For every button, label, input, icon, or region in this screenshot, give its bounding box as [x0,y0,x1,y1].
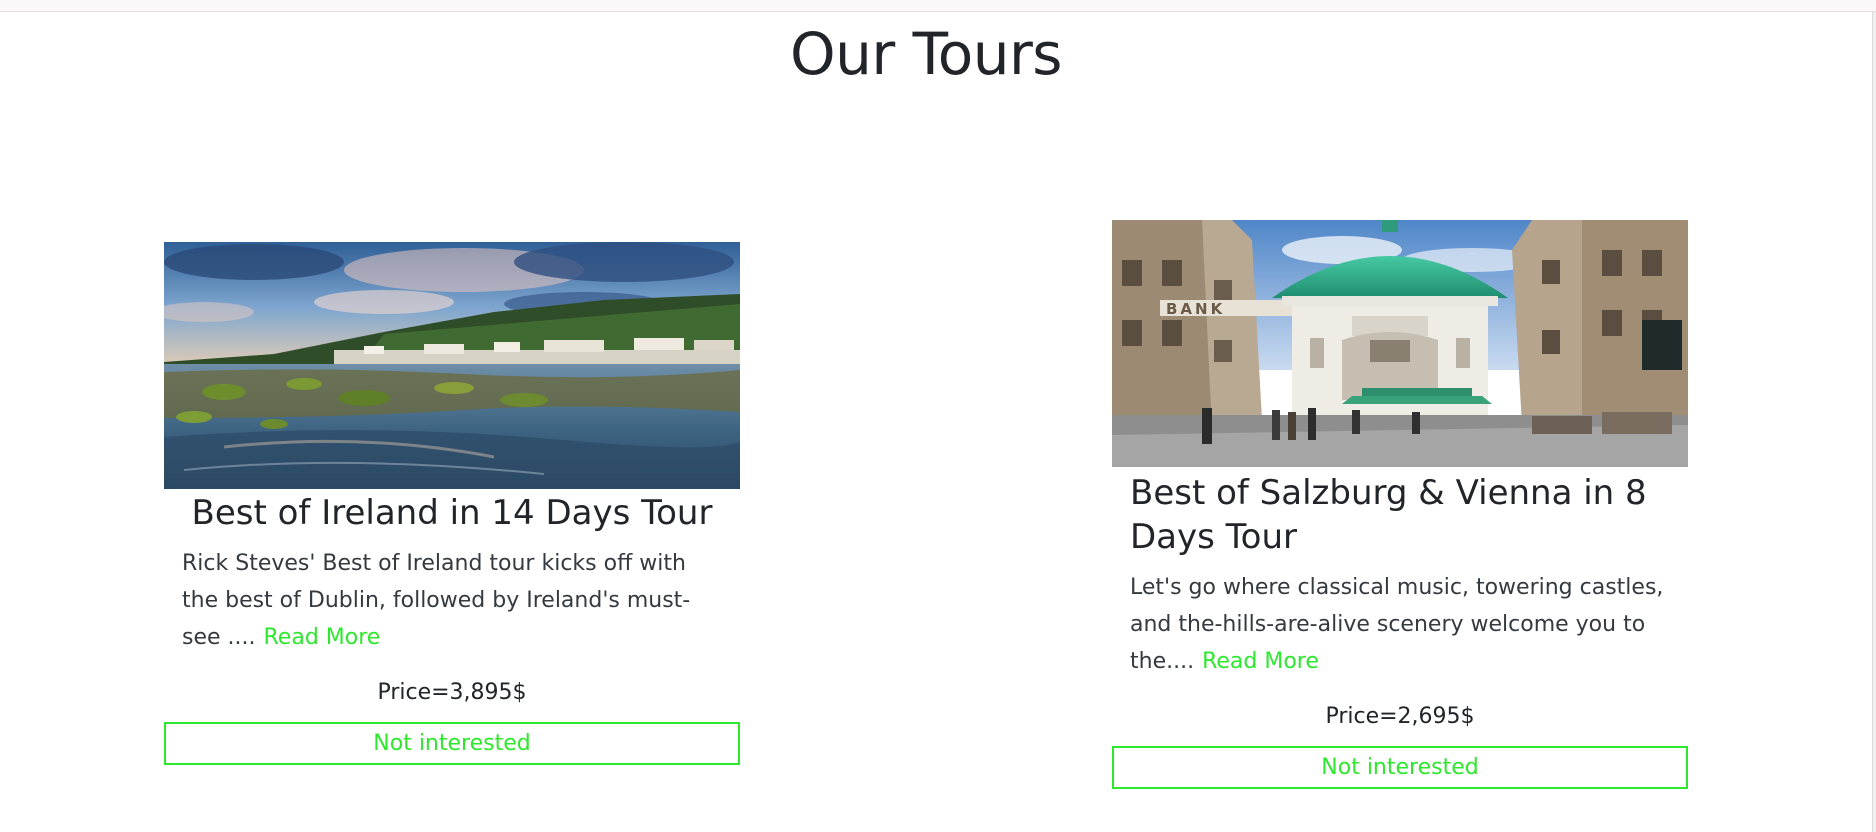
tour-title: Best of Salzburg & Vienna in 8 Days Tour [1130,473,1647,557]
tour-card-salzburg-vienna: BANK Best of Salzburg & Vienna in 8 Days… [1112,220,1688,789]
tour-description-text: Rick Steves' Best of Ireland tour kicks … [182,551,691,650]
tour-card-ireland: Best of Ireland in 14 Days Tour Rick Ste… [164,242,740,765]
not-interested-button[interactable]: Not interested [164,722,740,765]
page-title: Our Tours [789,20,1063,88]
page: Our Tours Best of Ireland in 14 Days Tou… [0,0,1876,832]
tour-price: Price=2,695$ [1325,704,1475,729]
tour-card-body: Best of Ireland in 14 Days Tour Rick Ste… [164,491,740,708]
tour-title: Best of Ireland in 14 Days Tour [191,493,713,533]
not-interested-button[interactable]: Not interested [1112,746,1688,789]
tour-price: Price=3,895$ [377,680,527,705]
tour-image-vienna: BANK [1112,220,1688,467]
tour-description: Let's go where classical music, towering… [1130,569,1670,680]
tour-image-ireland [164,242,740,489]
read-more-link[interactable]: Read More [264,625,381,650]
image-bank-sign: BANK [1166,300,1225,318]
browser-top-strip [0,0,1876,12]
tour-description: Rick Steves' Best of Ireland tour kicks … [182,545,722,656]
tour-card-body: Best of Salzburg & Vienna in 8 Days Tour… [1112,471,1688,732]
scrollbar[interactable] [1872,12,1876,832]
read-more-link[interactable]: Read More [1202,649,1319,674]
